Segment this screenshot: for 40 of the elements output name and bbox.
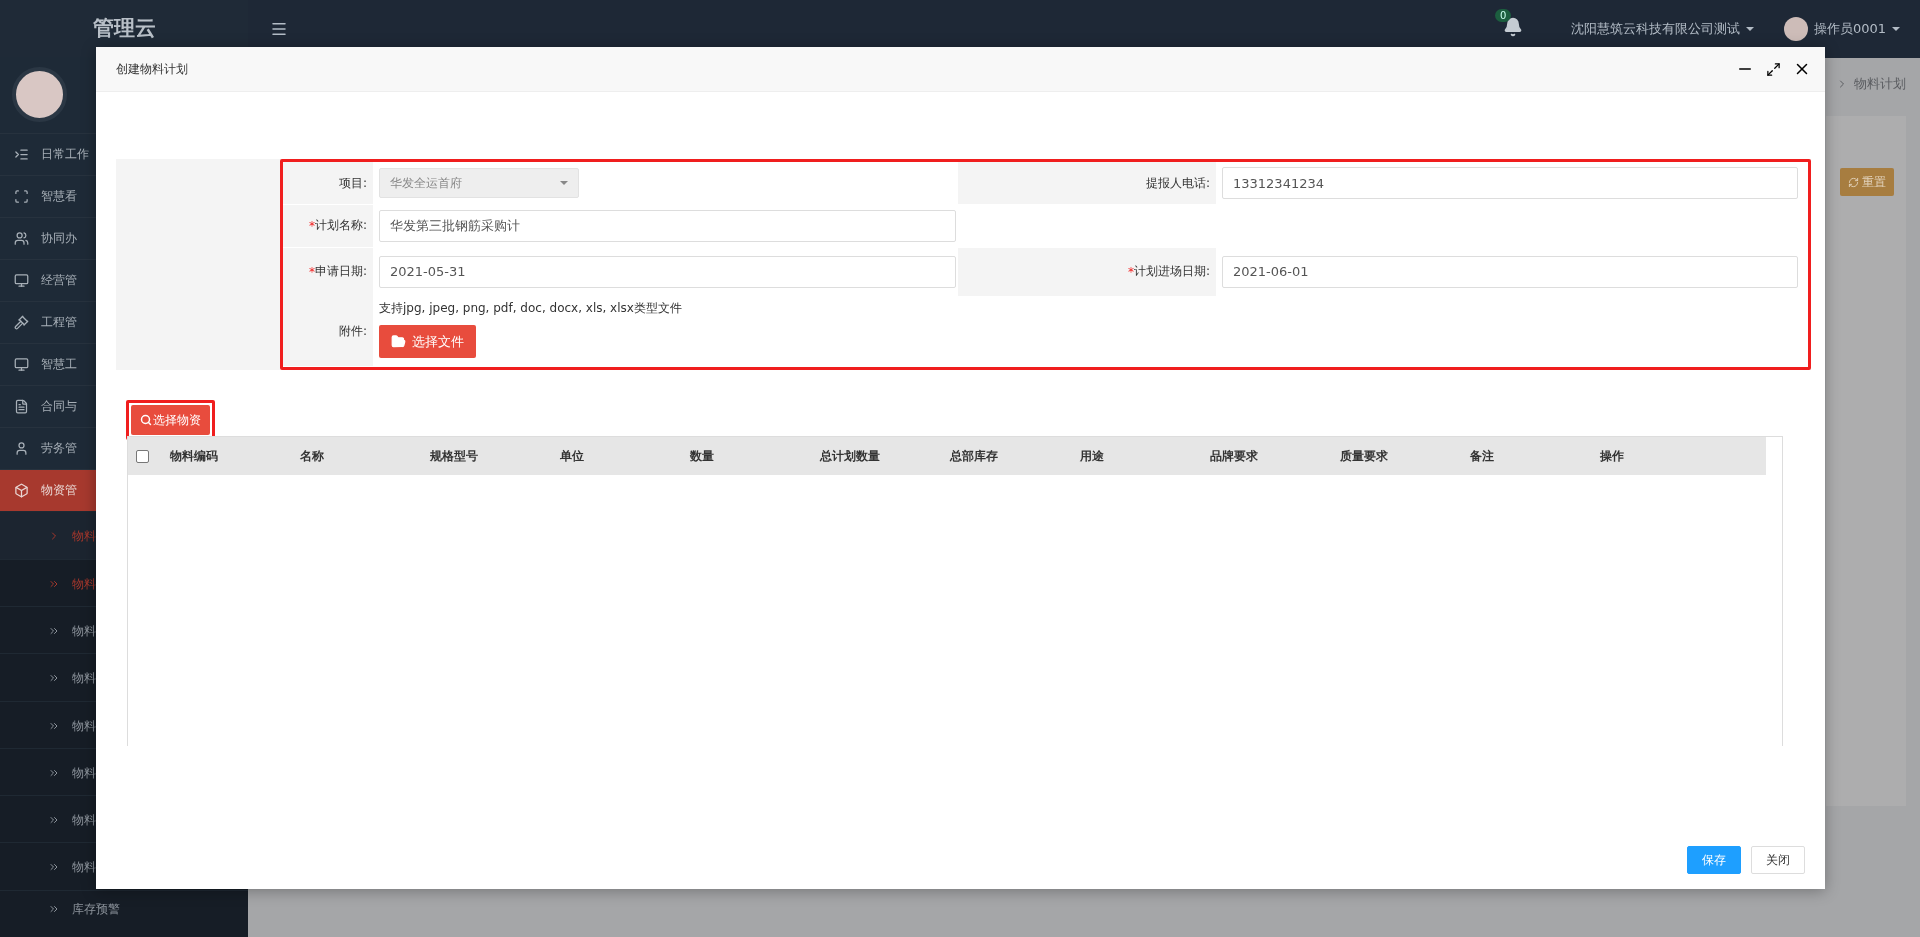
field-label: *申请日期:: [283, 247, 373, 296]
maximize-icon[interactable]: [1766, 61, 1781, 77]
column-header: 名称: [299, 447, 325, 465]
refresh-icon: [1848, 176, 1859, 188]
search-icon: [140, 414, 152, 426]
column-header: 规格型号: [429, 447, 479, 465]
field-label: *计划进场日期:: [958, 247, 1216, 296]
field-label: 附件:: [283, 296, 373, 367]
select-all-checkbox[interactable]: [136, 449, 149, 463]
dialog-title: 创建物料计划: [116, 60, 188, 78]
text-input[interactable]: 2021-06-01: [1222, 255, 1798, 288]
column-header: 用途: [1079, 447, 1105, 465]
text-input[interactable]: 13312341234: [1222, 167, 1798, 199]
field-label: 项目:: [283, 162, 373, 204]
submenu-item[interactable]: 库存预警: [0, 889, 248, 937]
choose-file-button[interactable]: 选择文件: [379, 325, 476, 359]
app-title: 管理云: [92, 15, 156, 43]
user-avatar: [1783, 17, 1808, 41]
caret-icon: [560, 181, 568, 185]
column-header: 数量: [689, 447, 715, 465]
user-dropdown[interactable]: 操作员0001: [1813, 20, 1900, 38]
column-header: 备注: [1469, 447, 1495, 465]
close-button[interactable]: 关闭: [1751, 846, 1805, 874]
column-header: 品牌要求: [1209, 447, 1259, 465]
file-type-hint: 支持jpg, jpeg, png, pdf, doc, docx, xls, xlsx类型文件: [379, 300, 683, 318]
column-header: 物料编码: [169, 447, 219, 465]
column-header: 质量要求: [1339, 447, 1389, 465]
bell-icon[interactable]: [1502, 17, 1523, 37]
column-header: 总部库存: [948, 447, 999, 465]
text-input[interactable]: 华发第三批钢筋采购计: [379, 209, 956, 242]
text-input[interactable]: 2021-05-31: [379, 255, 956, 288]
notification-badge: 0: [1494, 9, 1512, 22]
select-material-button[interactable]: 选择物资: [131, 405, 210, 435]
field-label: 提报人电话:: [958, 162, 1216, 204]
folder-icon: [391, 334, 406, 350]
column-header: 总计划数量: [818, 447, 881, 465]
field-label: *计划名称:: [283, 204, 373, 247]
company-dropdown[interactable]: 沈阳慧筑云科技有限公司测试: [1570, 20, 1754, 38]
column-header: 单位: [559, 447, 585, 465]
column-header: 操作: [1599, 447, 1625, 465]
